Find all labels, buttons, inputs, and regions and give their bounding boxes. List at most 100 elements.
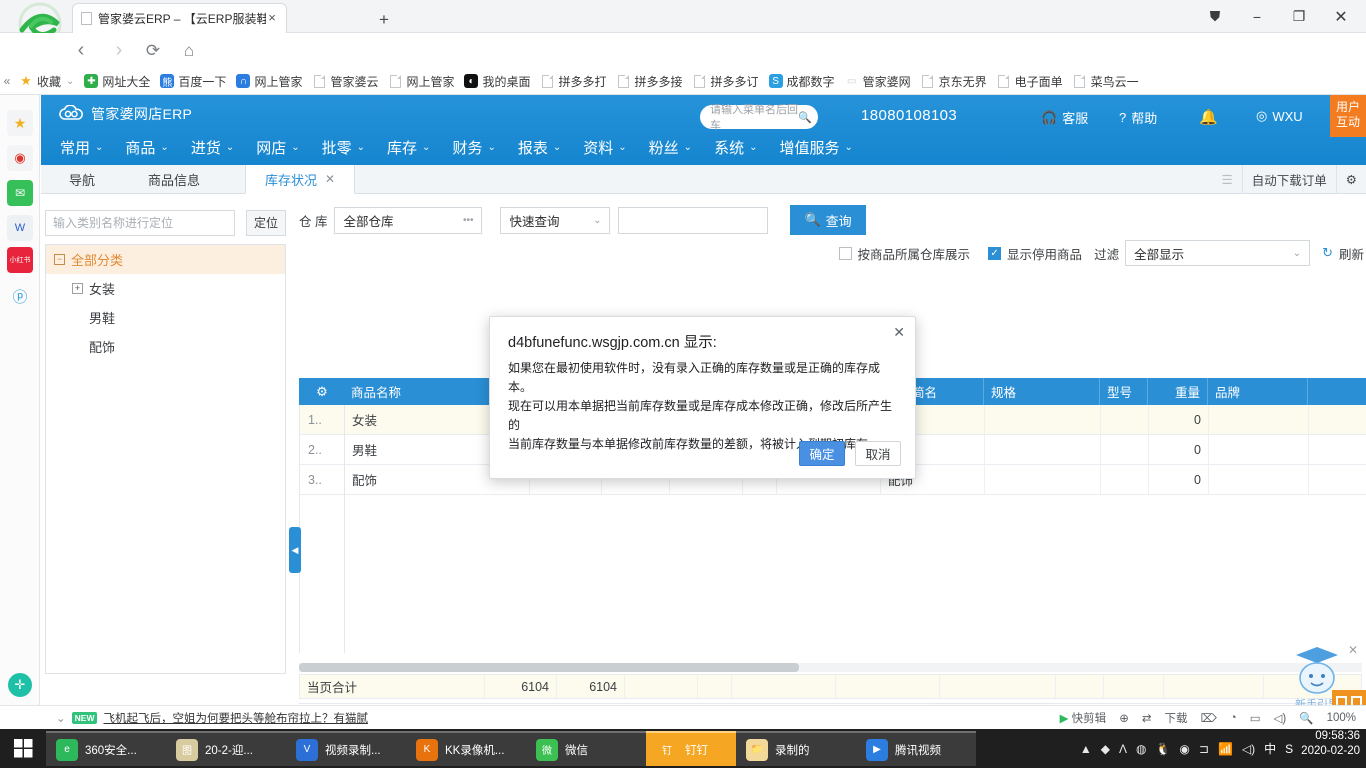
refresh-icon[interactable]: ↻ <box>1322 245 1333 261</box>
tab-close-icon[interactable]: × <box>265 11 279 25</box>
category-search-input[interactable]: 输入类别名称进行定位 <box>45 210 235 236</box>
tray-icon-10[interactable]: S <box>1285 742 1293 756</box>
dialog-cancel-button[interactable]: 取消 <box>855 441 901 466</box>
grid-column-header[interactable]: 型号 <box>1100 378 1148 405</box>
shirt-icon[interactable]: ⛊ <box>1194 1 1236 33</box>
bookmark-item[interactable]: 菜鸟云一 <box>1068 70 1144 92</box>
bookmark-item[interactable]: 拼多多接 <box>612 70 688 92</box>
status-action-9[interactable]: 100% <box>1327 712 1356 724</box>
news-link[interactable]: 飞机起飞后，空姐为何要把头等舱布帘拉上？有猫腻 <box>103 710 368 726</box>
customer-service-button[interactable]: 🎧 客服 <box>1041 108 1088 127</box>
xiaohongshu-icon[interactable]: 小红书 <box>7 247 33 273</box>
tray-icon-0[interactable]: ▲ <box>1080 742 1092 756</box>
menu-item-10[interactable]: 系统 ⌄ <box>703 131 768 163</box>
status-action-2[interactable]: ⇄ <box>1142 711 1152 725</box>
start-button[interactable] <box>0 729 46 768</box>
tray-icon-6[interactable]: ⊐ <box>1199 742 1209 756</box>
chevron-down-icon[interactable]: ⌄ <box>56 711 66 725</box>
browser-tab[interactable]: 管家婆云ERP – 【云ERP服装鞋帽 × <box>72 3 287 33</box>
notifications-button[interactable]: 🔔 <box>1199 108 1218 126</box>
close-window-button[interactable]: ✕ <box>1320 1 1362 33</box>
tray-icon-1[interactable]: ◆ <box>1101 742 1110 756</box>
reload-icon[interactable]: ⟳ <box>142 40 164 62</box>
menu-item-7[interactable]: 报表 ⌄ <box>507 131 572 163</box>
grid-settings-icon[interactable]: ⚙ <box>299 378 344 405</box>
tab-product-info[interactable]: 商品信息 <box>123 165 225 194</box>
more-icon[interactable]: ••• <box>463 215 474 226</box>
tree-toggle-icon[interactable]: + <box>72 283 83 294</box>
bookmark-item[interactable]: ▭ 管家婆网 <box>840 70 916 92</box>
menu-item-11[interactable]: 增值服务 ⌄ <box>768 131 863 163</box>
close-icon[interactable]: ✕ <box>1348 643 1358 657</box>
mail-icon[interactable]: ✉ <box>7 180 33 206</box>
tray-icon-8[interactable]: ◁) <box>1242 742 1255 756</box>
tray-icon-5[interactable]: ◉ <box>1179 742 1189 756</box>
dialog-close-icon[interactable]: ✕ <box>893 324 905 341</box>
grid-column-header[interactable]: 品牌 <box>1208 378 1308 405</box>
bookmark-item[interactable]: ✚ 网址大全 <box>79 70 155 92</box>
status-action-7[interactable]: ◁) <box>1274 711 1287 725</box>
tray-icon-3[interactable]: ◍ <box>1136 742 1146 756</box>
keyword-input[interactable] <box>618 206 769 234</box>
bookmarks-collapse-icon[interactable]: « <box>0 74 14 88</box>
gear-icon[interactable]: ⚙ <box>1335 165 1366 194</box>
user-interaction-button[interactable]: 用户 互动 <box>1330 95 1366 137</box>
warehouse-select[interactable]: 全部仓库 ••• <box>334 206 483 234</box>
tree-node-1[interactable]: + 女装 <box>46 274 285 303</box>
word-doc-icon[interactable]: W <box>7 215 33 241</box>
search-icon[interactable]: 🔍 <box>798 111 812 124</box>
forward-icon[interactable]: › <box>108 40 130 62</box>
status-action-8[interactable]: 🔍 <box>1299 711 1313 725</box>
grid-horizontal-scrollbar[interactable] <box>299 663 1362 672</box>
status-action-0[interactable]: ▶ 快剪辑 <box>1060 710 1107 726</box>
menu-item-8[interactable]: 资料 ⌄ <box>572 131 637 163</box>
menu-item-4[interactable]: 批零 ⌄ <box>311 131 376 163</box>
home-icon[interactable]: ⌂ <box>178 40 200 62</box>
baidu-icon[interactable]: ⓟ <box>7 283 33 309</box>
user-menu[interactable]: ◎ WXU <box>1256 108 1303 124</box>
status-action-3[interactable]: 下载 <box>1164 710 1187 726</box>
status-action-4[interactable]: ⌦ <box>1200 711 1216 725</box>
auto-download-orders-button[interactable]: 自动下载订单 <box>1241 165 1336 194</box>
taskbar-item-6[interactable]: 📁 录制的 <box>736 731 856 766</box>
bookmark-item[interactable]: S 成都数字 <box>764 70 840 92</box>
bookmark-item[interactable]: 拼多多打 <box>536 70 612 92</box>
weibo-icon[interactable]: ◉ <box>7 145 33 171</box>
taskbar-item-1[interactable]: 图 20-2-迎... <box>166 731 286 766</box>
refresh-label[interactable]: 刷新 <box>1339 244 1364 263</box>
restore-button[interactable]: ❐ <box>1278 1 1320 33</box>
tree-node-0[interactable]: − 全部分类 <box>46 245 285 274</box>
taskbar-item-5[interactable]: 钉钉钉 <box>646 731 736 766</box>
tray-icon-9[interactable]: 中 <box>1264 740 1276 757</box>
dialog-ok-button[interactable]: 确定 <box>799 441 845 466</box>
menu-item-0[interactable]: 常用 ⌄ <box>49 131 114 163</box>
new-tab-button[interactable]: + <box>372 9 396 33</box>
back-icon[interactable]: ‹ <box>70 40 92 62</box>
menu-item-9[interactable]: 粉丝 ⌄ <box>638 131 703 163</box>
taskbar-clock[interactable]: 09:58:36 2020-02-20 <box>1301 729 1366 768</box>
status-action-6[interactable]: ▭ <box>1250 711 1261 725</box>
tray-icon-7[interactable]: 📶 <box>1218 742 1233 756</box>
chevron-down-icon[interactable]: ⌄ <box>66 76 74 87</box>
by-warehouse-checkbox[interactable] <box>838 246 852 260</box>
bookmark-item[interactable]: ◐ 我的桌面 <box>459 70 535 92</box>
panel-collapse-handle[interactable]: ◀ <box>289 527 301 573</box>
menu-item-2[interactable]: 进货 ⌄ <box>180 131 245 163</box>
bookmark-item[interactable]: 管家婆云 <box>307 70 383 92</box>
tree-node-3[interactable]: 配饰 <box>46 332 285 361</box>
tab-navigation[interactable]: 导航 <box>41 165 123 194</box>
tree-toggle-icon[interactable]: − <box>54 254 65 265</box>
bookmark-item[interactable]: 网上管家 <box>383 70 459 92</box>
bookmark-item[interactable]: 拼多多订 <box>688 70 764 92</box>
show-disabled-checkbox[interactable]: ✓ <box>988 246 1002 260</box>
sidebar-toggle-icon[interactable]: ✛ <box>8 673 32 697</box>
taskbar-item-2[interactable]: V 视频录制... <box>286 731 406 766</box>
tray-icon-4[interactable]: 🐧 <box>1155 742 1170 756</box>
status-action-1[interactable]: ⊕ <box>1119 711 1129 725</box>
locate-button[interactable]: 定位 <box>246 210 286 236</box>
bookmark-item[interactable]: ∩ 网上管家 <box>231 70 307 92</box>
tree-node-2[interactable]: 男鞋 <box>46 303 285 332</box>
taskbar-item-0[interactable]: e 360安全... <box>46 731 166 766</box>
menu-item-3[interactable]: 网店 ⌄ <box>245 131 310 163</box>
grid-column-header[interactable]: 重量 <box>1148 378 1208 405</box>
